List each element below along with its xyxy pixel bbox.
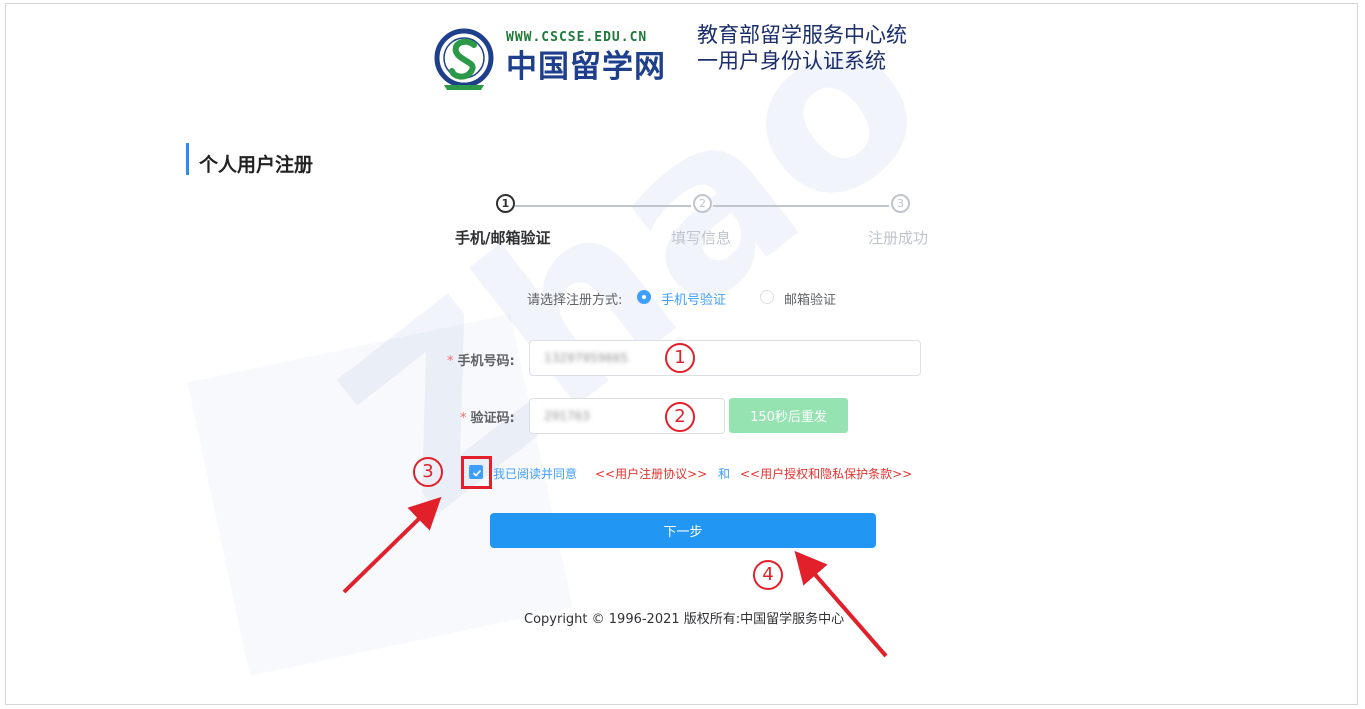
phone-label: * 手机号码: (447, 354, 515, 369)
page-title: 个人用户注册 (199, 154, 314, 176)
page-title-accent (186, 143, 189, 175)
privacy-terms-link[interactable]: <<用户授权和隐私保护条款>> (740, 465, 912, 482)
resend-code-button[interactable]: 150秒后重发 (729, 398, 848, 433)
step-3-circle: 3 (891, 194, 910, 213)
next-step-button[interactable]: 下一步 (490, 513, 876, 548)
system-title: 教育部留学服务中心统一用户身份认证系统 (697, 23, 907, 73)
step-3-label: 注册成功 (868, 229, 929, 247)
user-agreement-link[interactable]: <<用户注册协议>> (595, 465, 707, 482)
annotation-2: 2 (665, 402, 695, 432)
step-2-circle: 2 (693, 194, 712, 213)
step-1-label: 手机/邮箱验证 (455, 229, 551, 247)
step-connector-2 (713, 205, 889, 207)
phone-input[interactable]: 13297959665 (529, 340, 921, 376)
annotation-4: 4 (753, 560, 783, 590)
annotation-checkbox-highlight (461, 456, 492, 489)
logo-cn-text: 中国留学网 (506, 49, 666, 85)
cscse-logo-icon (434, 28, 494, 90)
method-label: 请选择注册方式: (527, 293, 623, 308)
radio-email-label[interactable]: 邮箱验证 (784, 289, 836, 308)
step-connector-1 (515, 205, 691, 207)
agreement-and: 和 (718, 467, 731, 481)
step-1-circle: 1 (496, 194, 515, 213)
radio-phone[interactable] (637, 290, 651, 304)
step-2-label: 填写信息 (671, 229, 732, 247)
copyright: Copyright © 1996-2021 版权所有:中国留学服务中心 (524, 612, 845, 627)
code-input[interactable]: 291763 (529, 398, 725, 434)
annotation-1: 1 (665, 343, 695, 373)
required-mark: * (460, 411, 467, 426)
logo-url-text: WWW.CSCSE.EDU.CN (506, 30, 648, 45)
agreement-text: 我已阅读并同意 (493, 467, 578, 481)
code-label: * 验证码: (460, 411, 515, 426)
radio-phone-label[interactable]: 手机号验证 (661, 289, 726, 308)
annotation-3: 3 (413, 457, 443, 487)
radio-email[interactable] (760, 290, 774, 304)
required-mark: * (447, 354, 454, 369)
